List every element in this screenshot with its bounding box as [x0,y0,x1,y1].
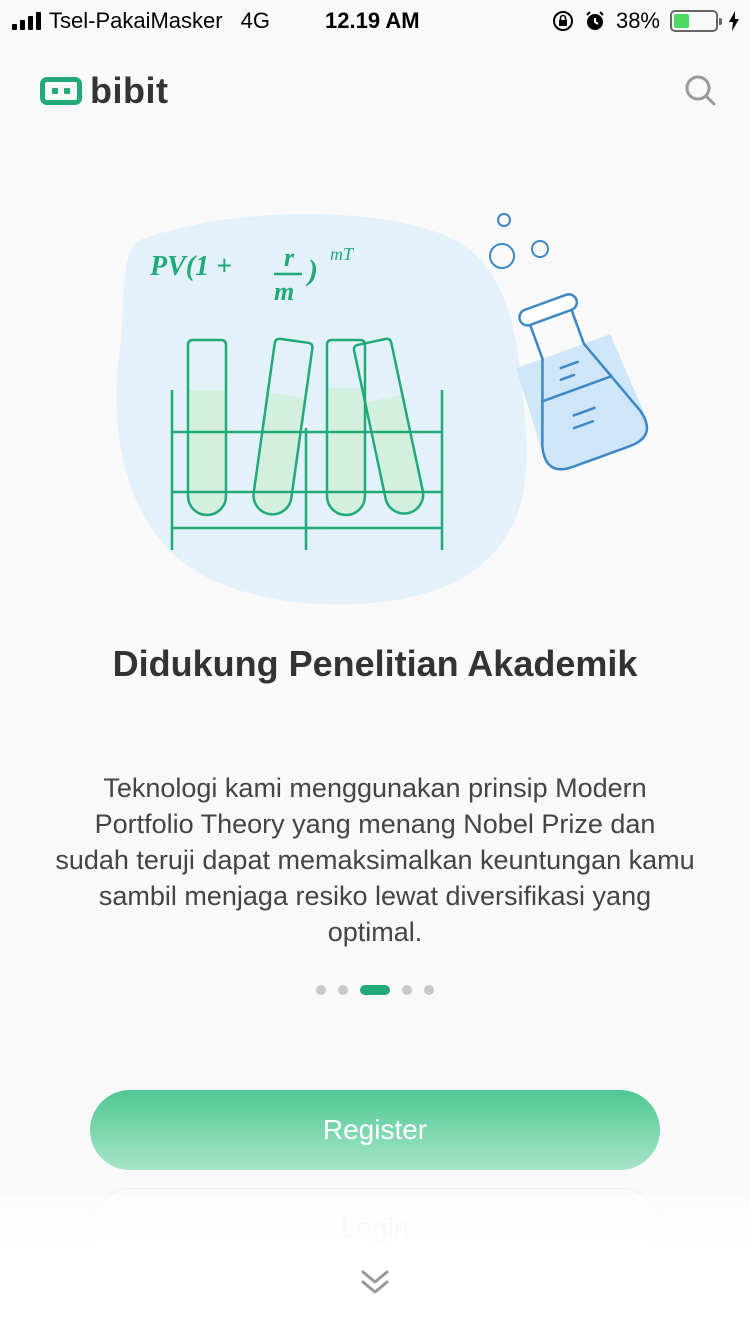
scroll-down-button[interactable] [355,1260,395,1300]
lab-illustration: PV(1 + r m ) mT [116,213,649,605]
formula-denominator: m [274,277,294,306]
status-left: Tsel-PakaiMasker 4G [12,8,270,34]
onboarding-description: Teknologi kami menggunakan prinsip Moder… [55,773,695,947]
academic-research-illustration: PV(1 + r m ) mT [100,200,660,620]
search-button[interactable] [680,70,720,110]
page-dot[interactable] [402,985,412,995]
battery-percent: 38% [615,8,660,33]
signal-icon [12,12,41,30]
status-time: 12.19 AM [325,8,420,33]
rotation-lock-icon [552,11,573,31]
chevron-down-icon [361,1270,389,1294]
bibit-logo[interactable]: bibit [40,70,168,112]
battery-icon [670,10,722,32]
app-header: bibit [0,60,750,116]
network-type: 4G [240,8,270,33]
page-dot-active[interactable] [360,985,390,995]
alarm-icon [586,11,604,30]
page-dot[interactable] [424,985,434,995]
page-dot[interactable] [316,985,326,995]
page-indicator [0,985,750,995]
charging-bolt-icon [729,11,739,31]
login-button[interactable]: Login [90,1188,660,1268]
search-icon [685,75,716,106]
brand-name: bibit [90,70,169,111]
page-dot[interactable] [338,985,348,995]
status-right: 38% [552,8,740,34]
bibit-logo-icon [40,77,82,105]
formula-main: PV(1 + [149,251,232,282]
formula-numerator: r [284,243,295,272]
register-button[interactable]: Register [90,1090,660,1170]
carrier-name: Tsel-PakaiMasker [49,8,223,33]
battery-fill [674,14,690,28]
flask-bubbles [489,213,549,269]
formula-exponent: mT [330,244,355,264]
onboarding-title: Didukung Penelitian Akademik [112,643,638,684]
status-bar: Tsel-PakaiMasker 4G 12.19 AM 38% [0,0,750,40]
